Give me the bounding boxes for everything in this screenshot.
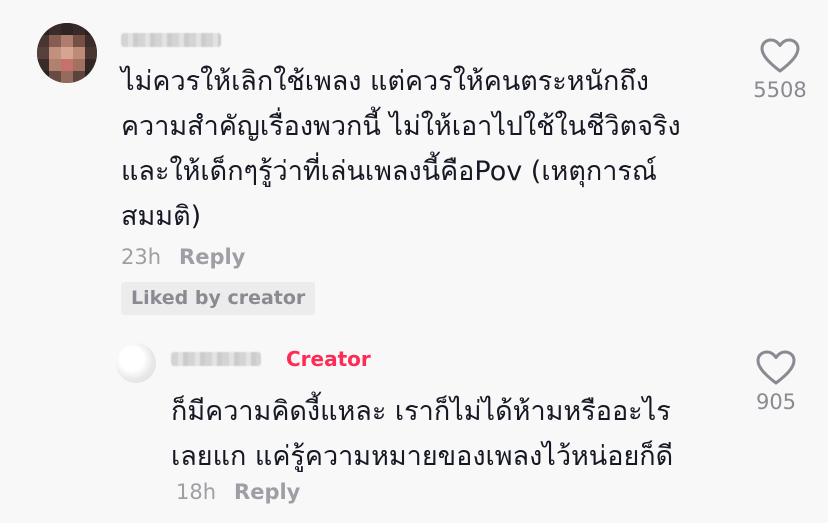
creator-label: Creator xyxy=(286,347,371,371)
liked-by-creator-badge: Liked by creator xyxy=(121,282,316,315)
creator-avatar[interactable] xyxy=(116,343,156,383)
reply-text: ก็มีความคิดงี้แหละ เราก็ไม่ได้ห้ามหรืออะ… xyxy=(171,396,674,472)
reply-meta: 18h Reply xyxy=(176,480,300,504)
heart-outline-icon[interactable] xyxy=(760,38,800,74)
comment-timestamp: 23h xyxy=(121,245,162,269)
commenter-avatar[interactable] xyxy=(37,23,97,83)
comment-like-count: 5508 xyxy=(753,78,807,102)
creator-username-redacted[interactable] xyxy=(171,352,261,366)
comment-text: ไม่ควรให้เลิกใช้เพลง แต่ควรให้คนตระหนักถ… xyxy=(121,66,681,232)
comment-meta: 23h Reply xyxy=(121,245,245,269)
commenter-username-redacted[interactable] xyxy=(121,33,221,47)
comment-reply-button[interactable]: Reply xyxy=(179,245,245,269)
reply-timestamp: 18h xyxy=(176,480,217,504)
heart-outline-icon[interactable] xyxy=(756,350,796,386)
reply-like-count: 905 xyxy=(755,390,797,414)
reply-reply-button[interactable]: Reply xyxy=(234,480,300,504)
comment-thread: ไม่ควรให้เลิกใช้เพลง แต่ควรให้คนตระหนักถ… xyxy=(0,0,828,523)
pixelated-avatar-image xyxy=(37,23,97,83)
